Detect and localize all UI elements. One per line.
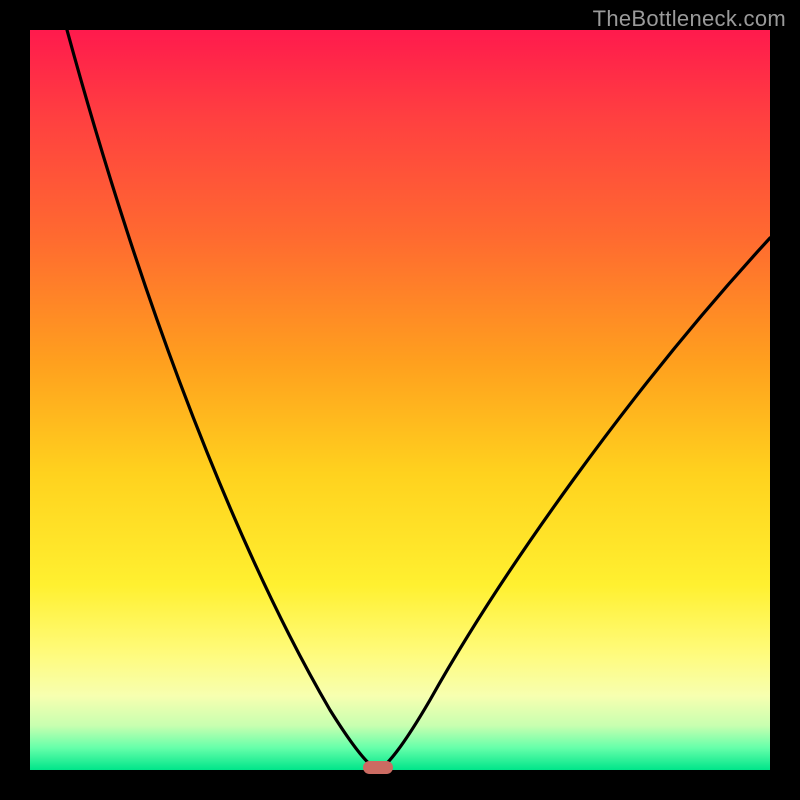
watermark-text: TheBottleneck.com — [593, 6, 786, 32]
bottleneck-curve — [30, 30, 770, 770]
chart-frame: TheBottleneck.com — [0, 0, 800, 800]
plot-area — [30, 30, 770, 770]
optimal-marker — [363, 761, 393, 774]
curve-path — [67, 30, 770, 770]
